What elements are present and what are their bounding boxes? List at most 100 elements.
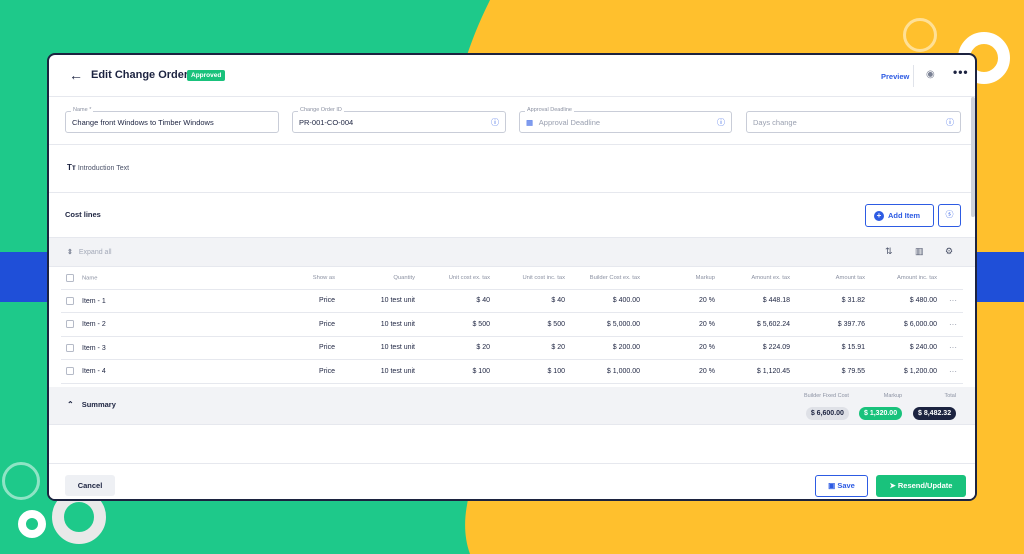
name-field-label: Name * bbox=[71, 107, 94, 113]
column-header[interactable]: Amount tax bbox=[796, 267, 871, 290]
builder-cost-cell: $ 1,000.00 bbox=[571, 359, 646, 384]
total-value: $ 8,482.32 bbox=[913, 407, 957, 420]
introduction-text-section[interactable]: Tт Introduction Text bbox=[49, 145, 975, 193]
item-name: Item - 2 bbox=[82, 321, 106, 329]
info-icon: ⓘ bbox=[491, 118, 499, 127]
cost-lines-header: Cost lines + Add Item ⓢ bbox=[49, 193, 975, 237]
quantity-cell: 10 test unit bbox=[341, 359, 421, 384]
info-icon: ⓘ bbox=[946, 118, 954, 127]
amount-tax-cell: $ 15.91 bbox=[796, 336, 871, 360]
row-more-icon[interactable]: ··· bbox=[949, 320, 957, 329]
unit-cost-ex-cell: $ 40 bbox=[421, 289, 496, 313]
preview-link[interactable]: Preview bbox=[881, 72, 909, 81]
table-row[interactable]: Item - 2 Price 10 test unit $ 500 $ 500 … bbox=[61, 312, 963, 337]
plus-icon: + bbox=[874, 211, 884, 221]
currency-icon[interactable]: ⓢ bbox=[938, 204, 961, 227]
introduction-text-label: Introduction Text bbox=[77, 165, 130, 172]
markup-cell: 20 % bbox=[646, 289, 721, 313]
builder-cost-cell: $ 200.00 bbox=[571, 336, 646, 360]
arrow-left-icon[interactable]: ← bbox=[69, 67, 83, 83]
settings-gear-icon[interactable]: ⚙ bbox=[945, 246, 953, 257]
more-horizontal-icon[interactable]: ••• bbox=[953, 65, 969, 79]
expand-all-button[interactable]: ⇕ Expand all bbox=[67, 248, 112, 256]
change-order-id-field[interactable]: Change Order ID PR-001-CO-004 ⓘ bbox=[292, 107, 506, 133]
eye-icon[interactable]: ◉ bbox=[926, 69, 935, 80]
change-order-fields: Name * Change front Windows to Timber Wi… bbox=[49, 97, 975, 145]
chevron-up-icon[interactable]: ⌃ bbox=[67, 400, 74, 409]
total-summary: Total $ 8,482.32 bbox=[913, 393, 957, 420]
column-header[interactable]: Quantity bbox=[341, 267, 421, 290]
select-all-checkbox[interactable] bbox=[66, 273, 74, 282]
table-row[interactable]: Item - 3 Price 10 test unit $ 20 $ 20 $ … bbox=[61, 336, 963, 360]
table-row[interactable]: Item - 4 Price 10 test unit $ 100 $ 100 … bbox=[61, 359, 963, 384]
show-as-cell: Price bbox=[251, 312, 341, 337]
scrollbar[interactable] bbox=[971, 97, 975, 217]
amount-ex-cell: $ 448.18 bbox=[721, 289, 796, 313]
page-title: Edit Change Order bbox=[91, 69, 189, 81]
amount-tax-cell: $ 397.76 bbox=[796, 312, 871, 337]
calendar-icon: ▦ bbox=[526, 118, 534, 127]
footer-actions: Cancel ▣ Save ➤ Resend/Update bbox=[49, 463, 975, 499]
cancel-button[interactable]: Cancel bbox=[65, 475, 115, 496]
row-more-icon[interactable]: ··· bbox=[949, 343, 957, 352]
row-checkbox[interactable] bbox=[66, 343, 74, 352]
markup-cell: 20 % bbox=[646, 312, 721, 337]
cost-lines-toolbar: ⇕ Expand all ⇅ ▥ ⚙ bbox=[49, 237, 975, 267]
unit-cost-inc-cell: $ 40 bbox=[496, 289, 571, 313]
markup-value: $ 1,320.00 bbox=[859, 407, 903, 420]
text-format-icon: Tт bbox=[67, 163, 76, 172]
show-as-cell: Price bbox=[251, 359, 341, 384]
change-order-id-value: PR-001-CO-004 bbox=[299, 118, 354, 127]
columns-icon[interactable]: ▥ bbox=[915, 246, 924, 257]
row-more-icon[interactable]: ··· bbox=[949, 367, 957, 376]
table-row[interactable]: Item - 1 Price 10 test unit $ 40 $ 40 $ … bbox=[61, 289, 963, 313]
info-icon: ⓘ bbox=[717, 118, 725, 127]
column-header[interactable]: Unit cost ex. tax bbox=[421, 267, 496, 290]
builder-fixed-cost-summary: Builder Fixed Cost $ 6,600.00 bbox=[804, 393, 849, 420]
change-order-id-label: Change Order ID bbox=[298, 107, 344, 113]
markup-label: Markup bbox=[883, 393, 903, 399]
row-more-icon[interactable]: ··· bbox=[949, 296, 957, 305]
save-icon: ▣ bbox=[828, 481, 838, 490]
quantity-cell: 10 test unit bbox=[341, 312, 421, 337]
amount-inc-cell: $ 240.00 bbox=[871, 336, 943, 360]
add-item-button[interactable]: + Add Item bbox=[865, 204, 934, 227]
sort-columns-icon[interactable]: ⇅ bbox=[885, 246, 893, 257]
column-header[interactable]: Name bbox=[61, 267, 251, 290]
save-button[interactable]: ▣ Save bbox=[815, 475, 868, 497]
table-header-row: Name Show as Quantity Unit cost ex. tax … bbox=[61, 267, 963, 290]
column-header[interactable]: Amount ex. tax bbox=[721, 267, 796, 290]
show-as-cell: Price bbox=[251, 289, 341, 313]
resend-update-button[interactable]: ➤ Resend/Update bbox=[876, 475, 966, 497]
row-checkbox[interactable] bbox=[66, 367, 74, 376]
markup-cell: 20 % bbox=[646, 336, 721, 360]
column-header[interactable]: Amount inc. tax bbox=[871, 267, 943, 290]
builder-fixed-cost-label: Builder Fixed Cost bbox=[804, 393, 849, 399]
total-label: Total bbox=[944, 393, 957, 399]
unit-cost-ex-cell: $ 500 bbox=[421, 312, 496, 337]
amount-inc-cell: $ 6,000.00 bbox=[871, 312, 943, 337]
gear-icon bbox=[903, 18, 937, 52]
amount-inc-cell: $ 1,200.00 bbox=[871, 359, 943, 384]
unit-cost-inc-cell: $ 20 bbox=[496, 336, 571, 360]
amount-tax-cell: $ 31.82 bbox=[796, 289, 871, 313]
resend-label: Resend/Update bbox=[897, 481, 953, 490]
column-header[interactable]: Unit cost inc. tax bbox=[496, 267, 571, 290]
amount-ex-cell: $ 224.09 bbox=[721, 336, 796, 360]
summary-section[interactable]: ⌃ Summary Builder Fixed Cost $ 6,600.00 M… bbox=[49, 387, 975, 425]
row-checkbox[interactable] bbox=[66, 320, 74, 329]
markup-cell: 20 % bbox=[646, 359, 721, 384]
name-field[interactable]: Name * Change front Windows to Timber Wi… bbox=[65, 107, 279, 133]
builder-cost-cell: $ 5,000.00 bbox=[571, 312, 646, 337]
approval-deadline-label: Approval Deadline bbox=[525, 107, 574, 113]
approval-deadline-field[interactable]: Approval Deadline ▦ Approval Deadline ⓘ bbox=[519, 107, 732, 133]
row-checkbox[interactable] bbox=[66, 296, 74, 305]
builder-fixed-cost-value: $ 6,600.00 bbox=[805, 407, 849, 420]
item-name: Item - 3 bbox=[82, 344, 106, 352]
column-header[interactable]: Markup bbox=[646, 267, 721, 290]
column-header[interactable]: Builder Cost ex. tax bbox=[571, 267, 646, 290]
column-header[interactable]: Show as bbox=[251, 267, 341, 290]
add-item-label: Add Item bbox=[888, 211, 921, 220]
unit-cost-inc-cell: $ 500 bbox=[496, 312, 571, 337]
days-change-field[interactable]: Days change ⓘ bbox=[746, 111, 961, 133]
